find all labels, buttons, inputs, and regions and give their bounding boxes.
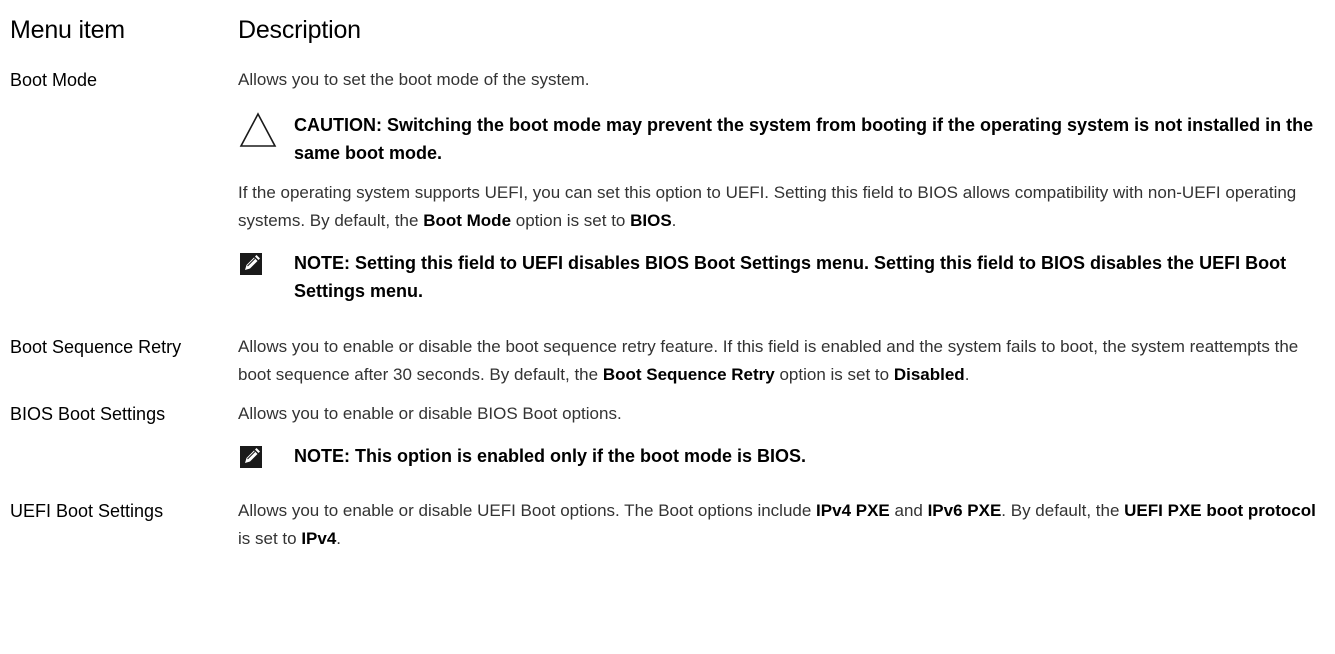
text-run: . [964,365,970,384]
bold-term: Boot Sequence Retry [602,365,775,384]
menu-item-label: UEFI Boot Settings [10,501,164,521]
bold-term: IPv4 [301,529,337,548]
caution-triangle-icon [238,111,278,157]
note-notice: NOTE: Setting this field to UEFI disable… [238,249,1318,305]
note-text: NOTE: This option is enabled only if the… [294,446,807,466]
description-intro: Allows you to set the boot mode of the s… [238,70,590,89]
bold-term: Disabled [893,365,965,384]
bold-term: IPv4 PXE [816,501,890,520]
text-run: . [336,529,342,548]
menu-item-description: Allows you to enable or disable UEFI Boo… [238,497,1318,553]
menu-item-description: Allows you to set the boot mode of the s… [238,66,1318,305]
menu-item-label: Boot Mode [10,70,98,90]
text-run: . By default, the [1001,501,1125,520]
note-notice: NOTE: This option is enabled only if the… [238,442,1318,470]
text-run: is set to [238,529,302,548]
description-paragraph: Allows you to enable or disable UEFI Boo… [238,497,1318,553]
text-run: and [889,501,928,520]
description-paragraph: Allows you to enable or disable the boot… [238,333,1318,389]
bold-term: UEFI PXE boot protocol [1124,501,1316,520]
note-pencil-icon [240,446,262,476]
table-row-bios-boot-settings: BIOS Boot Settings Allows you to enable … [10,400,1325,470]
menu-item-label: BIOS Boot Settings [10,404,166,424]
bold-term: BIOS [630,211,672,230]
document-page: Menu item Description Boot Mode Allows y… [10,0,1325,553]
caution-text: CAUTION: Switching the boot mode may pre… [294,115,1314,163]
note-pencil-icon [240,253,262,283]
description-intro: Allows you to enable or disable BIOS Boo… [238,404,622,423]
bold-term: Boot Mode [423,211,512,230]
table-header: Menu item Description [10,0,1325,62]
table-row-uefi-boot-settings: UEFI Boot Settings Allows you to enable … [10,497,1325,553]
text-run: Allows you to enable or disable UEFI Boo… [238,501,817,520]
bold-term: IPv6 PXE [927,501,1002,520]
column-header-menu-item: Menu item [10,16,125,44]
menu-item-description: Allows you to enable or disable the boot… [238,333,1318,389]
text-run: option is set to [511,211,631,230]
menu-item-description: Allows you to enable or disable BIOS Boo… [238,400,1318,470]
column-header-description: Description [238,16,361,44]
text-run: . [671,211,677,230]
description-paragraph: If the operating system supports UEFI, y… [238,179,1318,235]
menu-item-label: Boot Sequence Retry [10,337,182,357]
note-text: NOTE: Setting this field to UEFI disable… [294,253,1287,301]
text-run: If the operating system supports UEFI, y… [238,183,1297,230]
table-row-boot-sequence-retry: Boot Sequence Retry Allows you to enable… [10,333,1325,389]
caution-notice: CAUTION: Switching the boot mode may pre… [238,111,1318,167]
table-row-boot-mode: Boot Mode Allows you to set the boot mod… [10,62,1325,305]
text-run: option is set to [774,365,894,384]
